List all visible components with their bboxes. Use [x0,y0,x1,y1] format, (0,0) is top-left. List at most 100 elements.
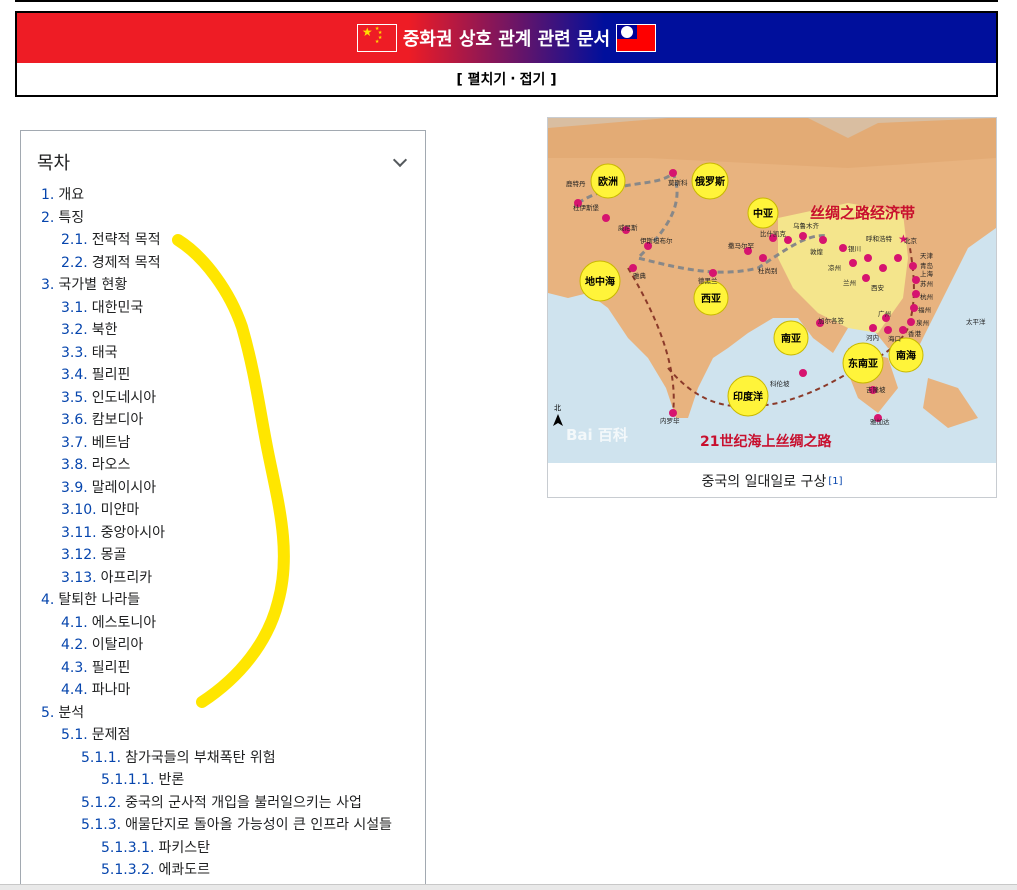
toc-item-number[interactable]: 5.1.3.2. [101,862,154,878]
toc-item[interactable]: 3.4. 필리핀 [21,364,425,387]
toc-item[interactable]: 2.1. 전략적 목적 [21,229,425,252]
toc-item-label[interactable]: 북한 [92,322,118,338]
toc-item-number[interactable]: 5.1.1. [81,750,121,766]
toc-item-number[interactable]: 5.1.3.1. [101,840,154,856]
toc-item-label[interactable]: 개요 [58,187,84,203]
toc-item-label[interactable]: 아프리카 [101,570,153,586]
chevron-down-icon[interactable] [393,155,407,169]
toc-item-label[interactable]: 필리핀 [92,660,131,676]
toc-item-label[interactable]: 문제점 [92,727,131,743]
toc-item[interactable]: 3.1. 대한민국 [21,297,425,320]
toc-item-number[interactable]: 3.3. [61,345,88,361]
toc-item-number[interactable]: 1. [41,187,54,203]
toc-item-number[interactable]: 5.1.3. [81,817,121,833]
toc-item-number[interactable]: 3.10. [61,502,97,518]
toc-item[interactable]: 5.1.3.2. 에콰도르 [21,859,425,882]
belt-and-road-map[interactable]: 欧洲 俄罗斯 中亚 地中海 西亚 南亚 东南亚 南海 印度洋 ★ 北京 天津 青… [548,118,996,463]
toc-item[interactable]: 5. 분석 [21,702,425,725]
toc-item-label[interactable]: 캄보디아 [92,412,144,428]
toc-item-label[interactable]: 중앙아시아 [101,525,165,541]
toc-item[interactable]: 5.1.3. 애물단지로 돌아올 가능성이 큰 인프라 시설들 [21,814,425,837]
toc-item[interactable]: 4.2. 이탈리아 [21,634,425,657]
toc-item-label[interactable]: 인도네시아 [92,390,156,406]
toc-item-label[interactable]: 애물단지로 돌아올 가능성이 큰 인프라 시설들 [125,817,392,833]
toc-item[interactable]: 5.1. 문제점 [21,724,425,747]
toc-item-number[interactable]: 3.6. [61,412,88,428]
toc-item-label[interactable]: 분석 [58,705,84,721]
toc-item-number[interactable]: 3.7. [61,435,88,451]
toc-item[interactable]: 3.5. 인도네시아 [21,387,425,410]
toc-item-number[interactable]: 2. [41,210,54,226]
toc-item[interactable]: 2. 특징 [21,207,425,230]
toc-item-number[interactable]: 3.11. [61,525,97,541]
toc-item-label[interactable]: 참가국들의 부채폭탄 위험 [125,750,276,766]
toc-item-label[interactable]: 특징 [58,210,84,226]
toc-item-number[interactable]: 2.2. [61,255,88,271]
collapse-link[interactable]: 접기 ] [520,69,557,89]
toc-item-label[interactable]: 국가별 현황 [58,277,127,293]
toc-item-number[interactable]: 3.5. [61,390,88,406]
toc-item[interactable]: 4.1. 에스토니아 [21,612,425,635]
toc-item-number[interactable]: 3.4. [61,367,88,383]
toc-item-number[interactable]: 4.4. [61,682,88,698]
navbox-toggle[interactable]: [ 펼치기 · 접기 ] [17,63,996,95]
toc-item[interactable]: 3.7. 베트남 [21,432,425,455]
toc-item[interactable]: 5.1.3.1. 파키스탄 [21,837,425,860]
toc-item-number[interactable]: 3.13. [61,570,97,586]
toc-item-label[interactable]: 대한민국 [92,300,144,316]
toc-item[interactable]: 3.10. 미얀마 [21,499,425,522]
toc-item-number[interactable]: 5. [41,705,54,721]
toc-item-label[interactable]: 라오스 [92,457,131,473]
toc-item-label[interactable]: 에스토니아 [92,615,156,631]
toc-item-number[interactable]: 3. [41,277,54,293]
toc-item-number[interactable]: 3.8. [61,457,88,473]
toc-item-number[interactable]: 3.1. [61,300,88,316]
horizontal-scrollbar[interactable] [0,884,1017,890]
toc-item[interactable]: 2.2. 경제적 목적 [21,252,425,275]
toc-item-number[interactable]: 4.1. [61,615,88,631]
toc-item-number[interactable]: 5.1.2. [81,795,121,811]
toc-item[interactable]: 3.2. 북한 [21,319,425,342]
toc-item-label[interactable]: 태국 [92,345,118,361]
toc-item-label[interactable]: 전략적 목적 [92,232,161,248]
toc-item-label[interactable]: 에콰도르 [158,862,210,878]
toc-item-label[interactable]: 말레이시아 [92,480,156,496]
toc-item-label[interactable]: 몽골 [101,547,127,563]
toc-item-label[interactable]: 반론 [158,772,184,788]
toc-item-number[interactable]: 4.2. [61,637,88,653]
toc-item-number[interactable]: 5.1.1.1. [101,772,154,788]
toc-item-number[interactable]: 3.9. [61,480,88,496]
toc-item-number[interactable]: 2.1. [61,232,88,248]
toc-item[interactable]: 3.11. 중앙아시아 [21,522,425,545]
toc-item[interactable]: 3.9. 말레이시아 [21,477,425,500]
toc-item-label[interactable]: 파키스탄 [158,840,210,856]
toc-item-number[interactable]: 4.3. [61,660,88,676]
toc-item[interactable]: 1. 개요 [21,184,425,207]
toc-item[interactable]: 5.1.1. 참가국들의 부채폭탄 위험 [21,747,425,770]
toc-item[interactable]: 4. 탈퇴한 나라들 [21,589,425,612]
toc-item-number[interactable]: 5.1. [61,727,88,743]
toc-item-number[interactable]: 3.12. [61,547,97,563]
toc-item-label[interactable]: 이탈리아 [92,637,144,653]
toc-item[interactable]: 3.8. 라오스 [21,454,425,477]
toc-item[interactable]: 3.12. 몽골 [21,544,425,567]
toc-item-label[interactable]: 미얀마 [101,502,140,518]
toc-item[interactable]: 3.3. 태국 [21,342,425,365]
toc-item-number[interactable]: 3.2. [61,322,88,338]
toc-item[interactable]: 3.13. 아프리카 [21,567,425,590]
toc-item[interactable]: 3. 국가별 현황 [21,274,425,297]
footnote-ref-link[interactable]: [1] [828,476,842,487]
toc-item-label[interactable]: 경제적 목적 [92,255,161,271]
toc-item[interactable]: 5.1.2. 중국의 군사적 개입을 불러일으키는 사업 [21,792,425,815]
toc-item-label[interactable]: 중국의 군사적 개입을 불러일으키는 사업 [125,795,362,811]
toc-item[interactable]: 3.6. 캄보디아 [21,409,425,432]
toc-item[interactable]: 4.3. 필리핀 [21,657,425,680]
toc-item-number[interactable]: 4. [41,592,54,608]
toc-item-label[interactable]: 필리핀 [92,367,131,383]
expand-link[interactable]: [ 펼치기 [456,69,506,89]
toc-header[interactable]: 목차 [21,131,425,177]
toc-item-label[interactable]: 파나마 [92,682,131,698]
toc-item-label[interactable]: 베트남 [92,435,131,451]
toc-item-label[interactable]: 탈퇴한 나라들 [58,592,140,608]
toc-item[interactable]: 5.1.1.1. 반론 [21,769,425,792]
